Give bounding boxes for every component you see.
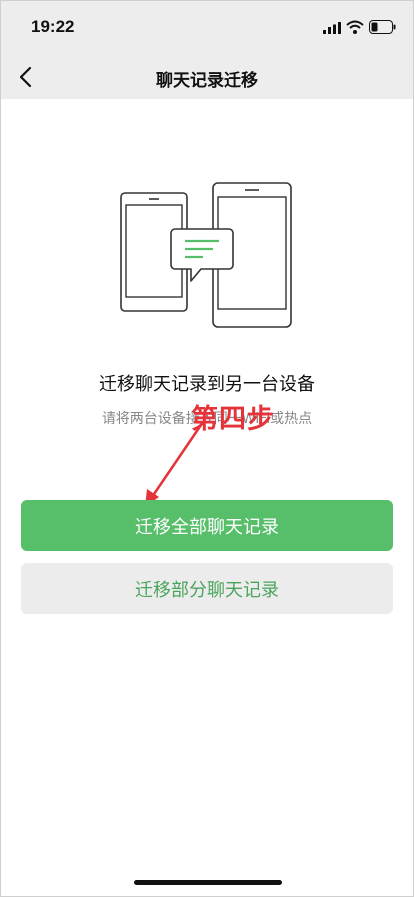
status-bar: 19:22: [1, 1, 413, 55]
status-time: 19:22: [31, 17, 75, 36]
device-transfer-illustration: [120, 182, 292, 328]
annotation-arrow-icon: [145, 424, 203, 507]
home-indicator[interactable]: [134, 880, 282, 885]
wifi-icon: [346, 20, 364, 34]
navigation-bar: 聊天记录迁移: [1, 55, 413, 99]
battery-low-icon: [369, 20, 396, 34]
migration-headline: 迁移聊天记录到另一台设备: [99, 374, 315, 395]
page-title: 聊天记录迁移: [156, 71, 258, 91]
cellular-signal-icon: [323, 22, 341, 34]
phone-screen: 19:22 聊天记录迁移 迁移聊天记录到另一台设备 请将两台设备接入同一WiFi…: [0, 0, 414, 897]
migrate-all-button[interactable]: 迁移全部聊天记录: [21, 500, 393, 551]
migrate-partial-button[interactable]: 迁移部分聊天记录: [21, 563, 393, 614]
